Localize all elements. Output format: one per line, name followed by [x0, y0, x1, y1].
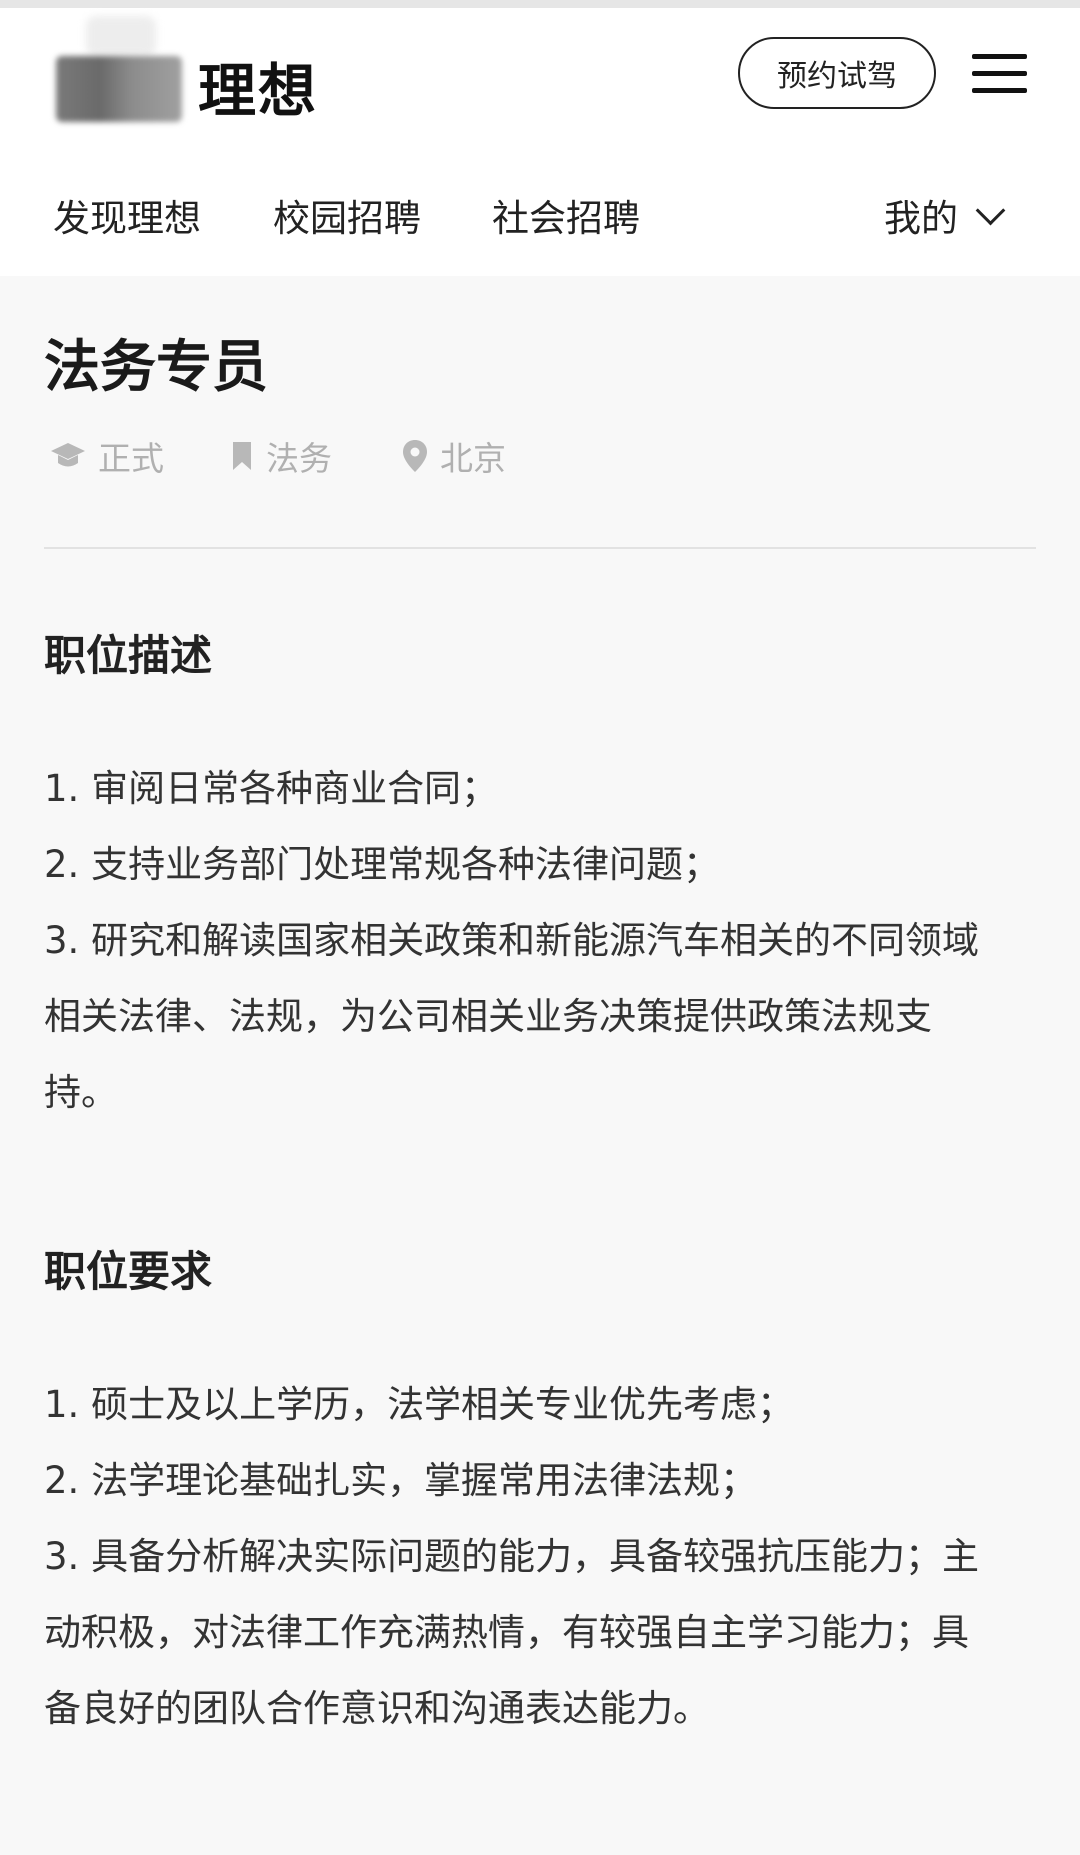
nav-item-discover[interactable]: 发现理想: [53, 188, 201, 242]
nav-mine-label: 我的: [884, 197, 958, 240]
graduation-cap-icon: [51, 443, 85, 467]
description-line: 3. 研究和解读国家相关政策和新能源汽车相关的不同领域: [44, 919, 980, 962]
main-nav: 发现理想 校园招聘 社会招聘 我的: [0, 188, 1080, 248]
status-strip: [0, 0, 1080, 8]
logo-blurred-mark-top: [86, 16, 156, 56]
description-line: 2. 支持业务部门处理常规各种法律问题；: [44, 843, 721, 886]
nav-item-campus-recruiting[interactable]: 校园招聘: [273, 188, 421, 242]
bookmark-icon: [233, 442, 251, 470]
location-pin-icon: [403, 440, 427, 472]
tag-location-label: 北京: [440, 439, 506, 478]
site-header: 理想 预约试驾 发现理想 校园招聘 社会招聘 我的: [0, 8, 1080, 276]
job-tags: 正式 法务 北京: [50, 432, 950, 478]
description-line: 相关法律、法规，为公司相关业务决策提供政策法规支: [44, 995, 932, 1038]
nav-item-social-recruiting[interactable]: 社会招聘: [492, 188, 640, 242]
tag-employment-type: 正式: [50, 432, 164, 480]
description-line: 持。: [44, 1071, 118, 1114]
hamburger-menu-icon[interactable]: [972, 54, 1027, 94]
brand-name: 理想: [198, 57, 319, 125]
tag-location: 北京: [402, 432, 506, 480]
nav-item-mine[interactable]: 我的: [884, 188, 1006, 242]
chevron-down-icon: [975, 195, 1006, 225]
requirement-line: 2. 法学理论基础扎实，掌握常用法律法规；: [44, 1459, 758, 1502]
description-line: 1. 审阅日常各种商业合同；: [44, 767, 499, 810]
section-divider: [44, 547, 1036, 549]
tag-category-label: 法务: [266, 439, 332, 478]
requirement-line: 备良好的团队合作意识和沟通表达能力。: [44, 1687, 710, 1730]
logo-blurred-mark: [56, 56, 182, 122]
job-title: 法务专员: [44, 335, 268, 400]
tag-employment-type-label: 正式: [98, 439, 164, 478]
requirement-line: 动积极，对法律工作充满热情，有较强自主学习能力；具: [44, 1611, 969, 1654]
description-heading: 职位描述: [44, 631, 213, 680]
requirements-heading: 职位要求: [44, 1247, 213, 1296]
tag-category: 法务: [230, 432, 332, 480]
requirement-line: 1. 硕士及以上学历，法学相关专业优先考虑；: [44, 1383, 795, 1426]
book-test-drive-button[interactable]: 预约试驾: [738, 37, 936, 109]
requirement-line: 3. 具备分析解决实际问题的能力，具备较强抗压能力；主: [44, 1535, 980, 1578]
